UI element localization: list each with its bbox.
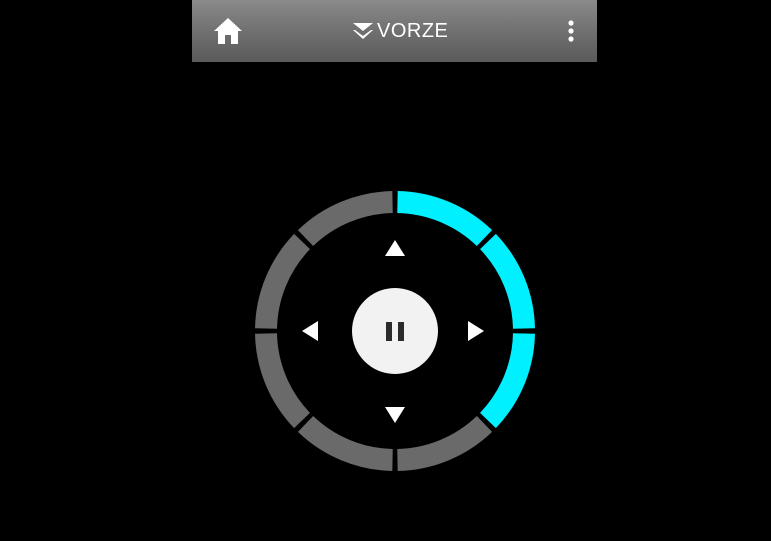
arrow-down-button[interactable]	[385, 407, 405, 423]
arrow-up-button[interactable]	[385, 240, 405, 256]
vorze-chevron-logo-icon	[353, 23, 373, 39]
app-screen: VORZE	[0, 0, 771, 541]
more-vert-icon	[568, 20, 574, 42]
speed-dial-controller	[240, 178, 550, 488]
ring-segment-5[interactable]	[297, 416, 393, 471]
ring-segment-3[interactable]	[480, 333, 535, 429]
ring-segment-1[interactable]	[397, 191, 493, 246]
home-icon	[214, 18, 242, 44]
brand-logo: VORZE	[352, 18, 448, 44]
ring-segment-7[interactable]	[255, 233, 310, 329]
arrow-left-button[interactable]	[302, 321, 318, 341]
ring-segment-6[interactable]	[255, 333, 310, 429]
app-bar: VORZE	[192, 0, 597, 62]
ring-segment-4[interactable]	[397, 416, 493, 471]
brand-text: VORZE	[377, 20, 449, 42]
overflow-menu-button[interactable]	[564, 17, 578, 45]
ring-segment-2[interactable]	[480, 233, 535, 329]
home-button[interactable]	[212, 16, 244, 46]
arrow-right-button[interactable]	[468, 321, 484, 341]
ring-segment-8[interactable]	[297, 191, 393, 246]
pause-button[interactable]	[352, 288, 438, 374]
